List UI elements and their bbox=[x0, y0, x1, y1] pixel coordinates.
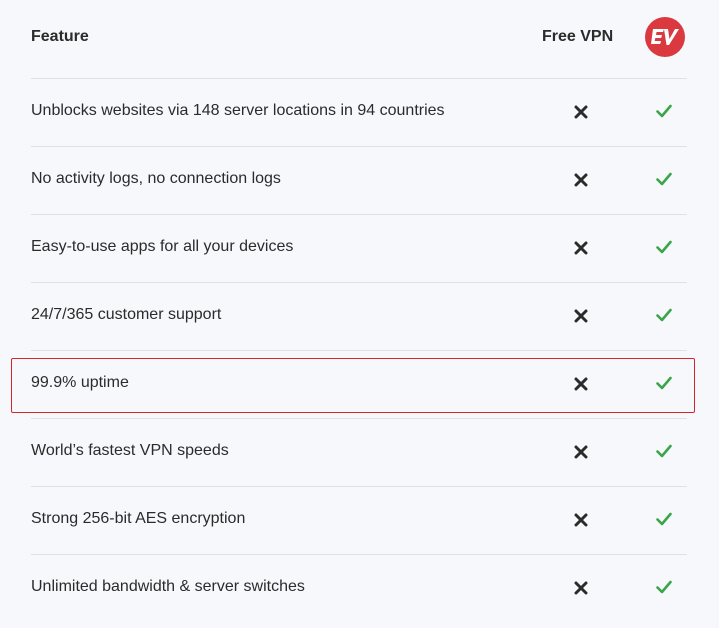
feature-label: 99.9% uptime bbox=[31, 374, 129, 391]
cross-icon bbox=[574, 309, 588, 323]
feature-label: Unlimited bandwidth & server switches bbox=[31, 578, 305, 595]
table-row: Strong 256-bit AES encryption bbox=[31, 487, 687, 555]
check-icon bbox=[656, 444, 672, 458]
cross-icon bbox=[574, 581, 588, 595]
table-row-highlighted: 99.9% uptime bbox=[31, 351, 687, 419]
table-row: Unlimited bandwidth & server switches bbox=[31, 555, 687, 623]
free-vpn-column-header: Free VPN bbox=[542, 28, 614, 45]
table-row: Unblocks websites via 148 server locatio… bbox=[31, 79, 687, 147]
table-row: 24/7/365 customer support bbox=[31, 283, 687, 351]
table-header: Feature Free VPN bbox=[31, 0, 687, 79]
cross-icon bbox=[574, 445, 588, 459]
feature-label: World’s fastest VPN speeds bbox=[31, 442, 229, 459]
cross-icon bbox=[574, 377, 588, 391]
check-icon bbox=[656, 104, 672, 118]
comparison-table: Feature Free VPN Unblocks websites via 1… bbox=[31, 0, 687, 623]
check-icon bbox=[656, 240, 672, 254]
expressvpn-logo-icon bbox=[645, 17, 685, 57]
check-icon bbox=[656, 376, 672, 390]
cross-icon bbox=[574, 173, 588, 187]
table-row: World’s fastest VPN speeds bbox=[31, 419, 687, 487]
feature-label: Easy-to-use apps for all your devices bbox=[31, 238, 294, 255]
table-row: No activity logs, no connection logs bbox=[31, 147, 687, 215]
feature-label: Unblocks websites via 148 server locatio… bbox=[31, 102, 445, 119]
feature-label: 24/7/365 customer support bbox=[31, 306, 222, 323]
feature-column-header: Feature bbox=[31, 28, 89, 45]
feature-label: No activity logs, no connection logs bbox=[31, 170, 281, 187]
cross-icon bbox=[574, 513, 588, 527]
check-icon bbox=[656, 172, 672, 186]
cross-icon bbox=[574, 105, 588, 119]
table-row: Easy-to-use apps for all your devices bbox=[31, 215, 687, 283]
check-icon bbox=[656, 308, 672, 322]
check-icon bbox=[656, 580, 672, 594]
check-icon bbox=[656, 512, 672, 526]
feature-label: Strong 256-bit AES encryption bbox=[31, 510, 246, 527]
cross-icon bbox=[574, 241, 588, 255]
